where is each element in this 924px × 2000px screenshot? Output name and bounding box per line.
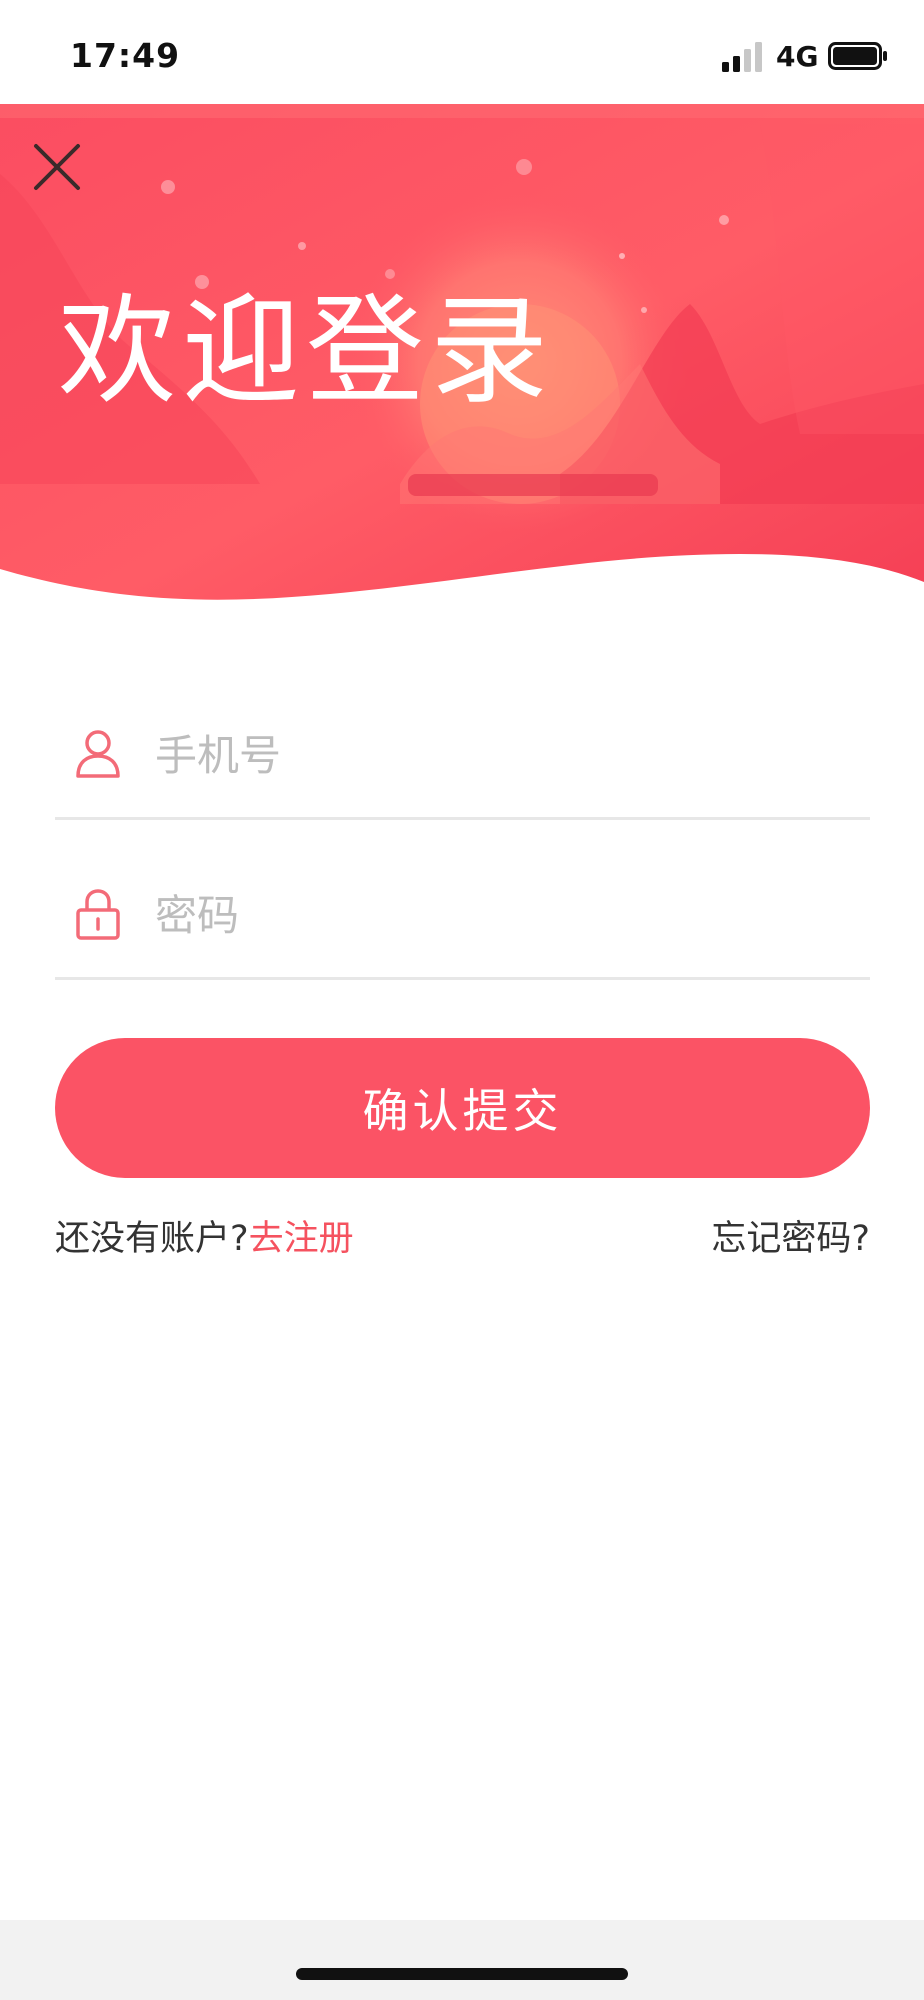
no-account-text: 还没有账户? bbox=[55, 1219, 249, 1259]
status-time: 17:49 bbox=[70, 36, 181, 75]
forgot-password-link[interactable]: 忘记密码? bbox=[711, 1210, 870, 1261]
network-label: 4G bbox=[776, 40, 819, 73]
bottom-bar bbox=[0, 1920, 924, 2000]
login-screen: 17:49 4G 欢迎登录 手机号 确认提交 还没有账户?去注册 忘记密码? bbox=[0, 0, 924, 2000]
lock-icon bbox=[76, 889, 120, 940]
close-icon[interactable] bbox=[30, 140, 84, 194]
signal-icon bbox=[722, 42, 762, 72]
status-bar: 17:49 4G bbox=[0, 0, 924, 106]
auth-links: 还没有账户?去注册 忘记密码? bbox=[55, 1210, 870, 1260]
page-title: 欢迎登录 bbox=[58, 282, 555, 420]
submit-button[interactable]: 确认提交 bbox=[55, 1038, 870, 1178]
register-link[interactable]: 去注册 bbox=[249, 1219, 354, 1259]
battery-icon bbox=[828, 42, 887, 70]
password-input[interactable] bbox=[155, 880, 855, 950]
user-icon bbox=[76, 730, 120, 778]
home-indicator[interactable] bbox=[296, 1968, 628, 1980]
register-prompt: 还没有账户?去注册 bbox=[55, 1210, 354, 1261]
phone-field bbox=[55, 680, 870, 820]
password-field bbox=[55, 840, 870, 980]
phone-input[interactable] bbox=[155, 720, 855, 790]
